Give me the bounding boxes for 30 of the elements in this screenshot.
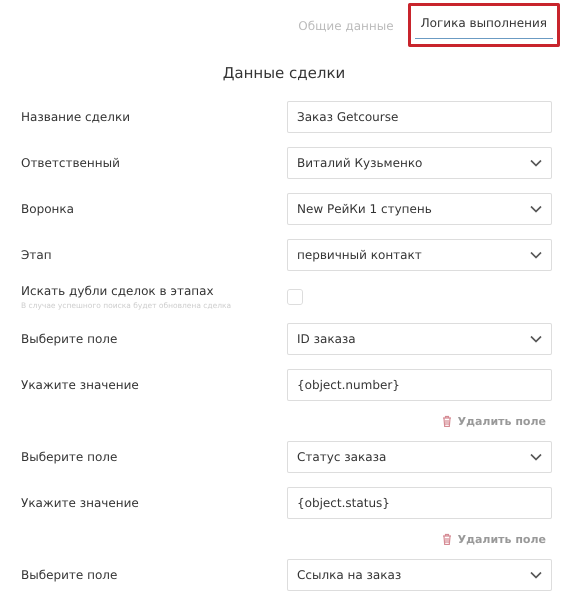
- dropdown[interactable]: Виталий Кузьменко: [287, 147, 552, 179]
- dropdown[interactable]: New РейКи 1 ступень: [287, 193, 552, 225]
- field-label: Этап: [21, 248, 52, 262]
- dropdown[interactable]: ID заказа: [287, 323, 552, 355]
- dropdown[interactable]: Ссылка на заказ: [287, 559, 552, 591]
- chevron-down-icon: [530, 335, 542, 343]
- field-label: Выберите поле: [21, 568, 118, 582]
- input-field[interactable]: {object.status}: [287, 487, 552, 519]
- input-field[interactable]: {object.number}: [287, 369, 552, 401]
- section-title: Данные сделки: [222, 64, 346, 82]
- field-label: Название сделки: [21, 110, 130, 124]
- chevron-down-icon: [530, 251, 542, 259]
- tab[interactable]: Логика выполнения: [414, 6, 553, 39]
- chevron-down-icon: [530, 571, 542, 579]
- chevron-down-icon: [530, 453, 542, 461]
- trash-icon: [442, 533, 452, 545]
- field-label: Укажите значение: [21, 496, 139, 510]
- dropdown[interactable]: Статус заказа: [287, 441, 552, 473]
- checkbox[interactable]: [287, 289, 303, 305]
- trash-icon: [442, 415, 452, 427]
- chevron-down-icon: [530, 205, 542, 213]
- field-label: Ответственный: [21, 156, 120, 170]
- field-label: Укажите значение: [21, 378, 139, 392]
- input-field[interactable]: Заказ Getcourse: [287, 101, 552, 133]
- field-label: Воронка: [21, 202, 74, 216]
- chevron-down-icon: [530, 159, 542, 167]
- field-label: Искать дубли сделок в этапах: [21, 284, 215, 298]
- field-label: Выберите поле: [21, 332, 118, 346]
- dropdown[interactable]: первичный контакт: [287, 239, 552, 271]
- field-label: Выберите поле: [21, 450, 118, 464]
